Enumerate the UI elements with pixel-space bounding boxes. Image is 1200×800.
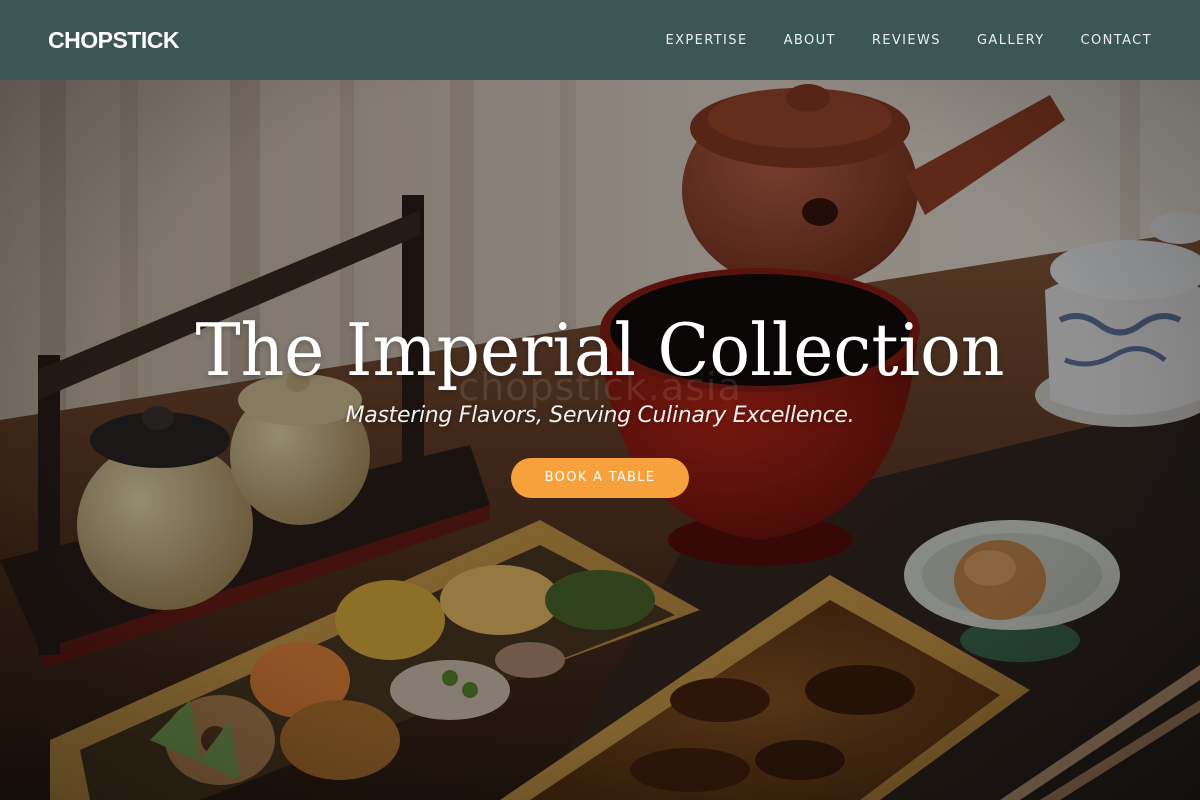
book-a-table-button[interactable]: BOOK A TABLE: [511, 458, 689, 498]
hero-subtitle: Mastering Flavors, Serving Culinary Exce…: [345, 403, 855, 428]
nav-link-expertise[interactable]: EXPERTISE: [665, 33, 747, 48]
top-navigation-bar: CHOPSTICK EXPERTISE ABOUT REVIEWS GALLER…: [0, 0, 1200, 80]
landing-page: CHOPSTICK EXPERTISE ABOUT REVIEWS GALLER…: [0, 0, 1200, 800]
brand-logo-link[interactable]: CHOPSTICK: [48, 27, 179, 54]
main-nav: EXPERTISE ABOUT REVIEWS GALLERY CONTACT: [629, 33, 1152, 48]
nav-link-about[interactable]: ABOUT: [784, 33, 836, 48]
nav-link-gallery[interactable]: GALLERY: [977, 33, 1045, 48]
nav-link-contact[interactable]: CONTACT: [1081, 33, 1152, 48]
hero-title: The Imperial Collection: [195, 308, 1005, 392]
hero-section: The Imperial Collection Mastering Flavor…: [0, 300, 1200, 498]
nav-link-reviews[interactable]: REVIEWS: [872, 33, 941, 48]
